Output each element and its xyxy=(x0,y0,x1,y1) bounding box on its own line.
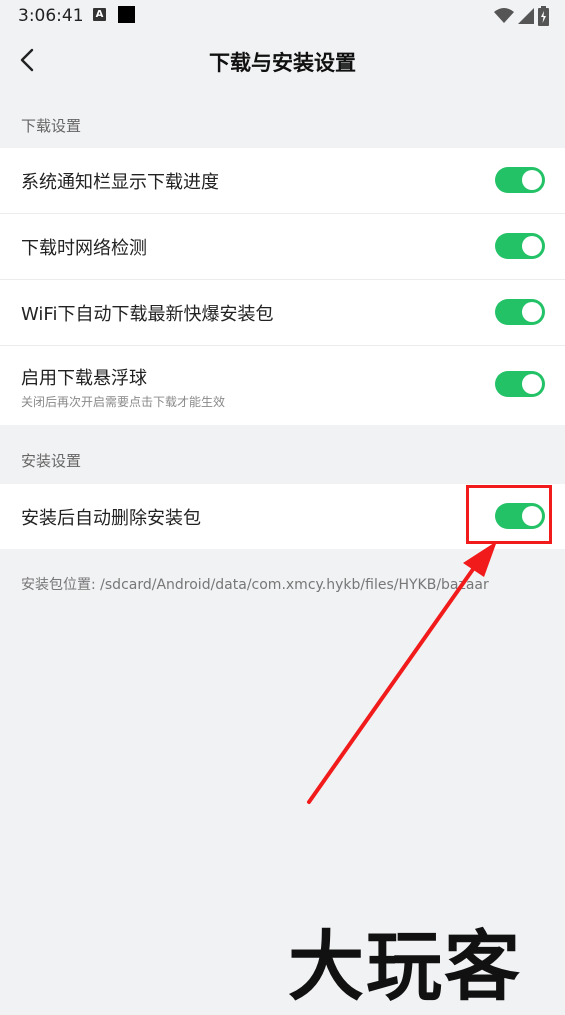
setting-label: 下载时网络检测 xyxy=(21,238,147,259)
setting-row-wifi-auto-download[interactable]: WiFi下自动下载最新快爆安装包 xyxy=(0,280,565,346)
setting-label: 安装后自动删除安装包 xyxy=(21,508,201,529)
signal-icon xyxy=(518,8,534,24)
notification-progress-toggle[interactable] xyxy=(495,167,545,193)
setting-label: 系统通知栏显示下载进度 xyxy=(21,172,219,193)
status-right-icons xyxy=(494,5,549,27)
page-title: 下载与安装设置 xyxy=(209,51,356,75)
a-notification-icon: A xyxy=(93,8,106,21)
setting-label: 启用下载悬浮球 xyxy=(21,368,147,389)
setting-sublabel: 关闭后再次开启需要点击下载才能生效 xyxy=(21,395,226,409)
download-settings-card: 系统通知栏显示下载进度 下载时网络检测 WiFi下自动下载最新快爆安装包 启用下… xyxy=(0,148,565,425)
battery-charging-icon xyxy=(538,6,549,26)
setting-row-floating-ball[interactable]: 启用下载悬浮球 关闭后再次开启需要点击下载才能生效 xyxy=(0,346,565,425)
wifi-auto-download-toggle[interactable] xyxy=(495,299,545,325)
toggle-knob xyxy=(522,302,542,322)
watermark-logo: 大玩客 xyxy=(288,922,522,1011)
toggle-knob xyxy=(522,236,542,256)
status-time: 3:06:41 xyxy=(18,6,84,26)
setting-row-network-check[interactable]: 下载时网络检测 xyxy=(0,214,565,280)
setting-row-notification-progress[interactable]: 系统通知栏显示下载进度 xyxy=(0,148,565,214)
wifi-icon xyxy=(494,8,514,23)
toggle-knob xyxy=(522,374,542,394)
download-section-title: 下载设置 xyxy=(21,117,82,135)
header: 下载与安装设置 xyxy=(0,34,565,88)
status-bar: 3:06:41 A xyxy=(0,0,565,34)
annotation-highlight-box xyxy=(466,485,552,544)
package-path-note: 安装包位置: /sdcard/Android/data/com.xmcy.hyk… xyxy=(21,577,489,593)
install-section-title: 安装设置 xyxy=(21,452,82,470)
setting-label: WiFi下自动下载最新快爆安装包 xyxy=(21,304,274,325)
toggle-knob xyxy=(522,170,542,190)
network-check-toggle[interactable] xyxy=(495,233,545,259)
square-notification-icon xyxy=(118,6,135,23)
floating-ball-toggle[interactable] xyxy=(495,371,545,397)
